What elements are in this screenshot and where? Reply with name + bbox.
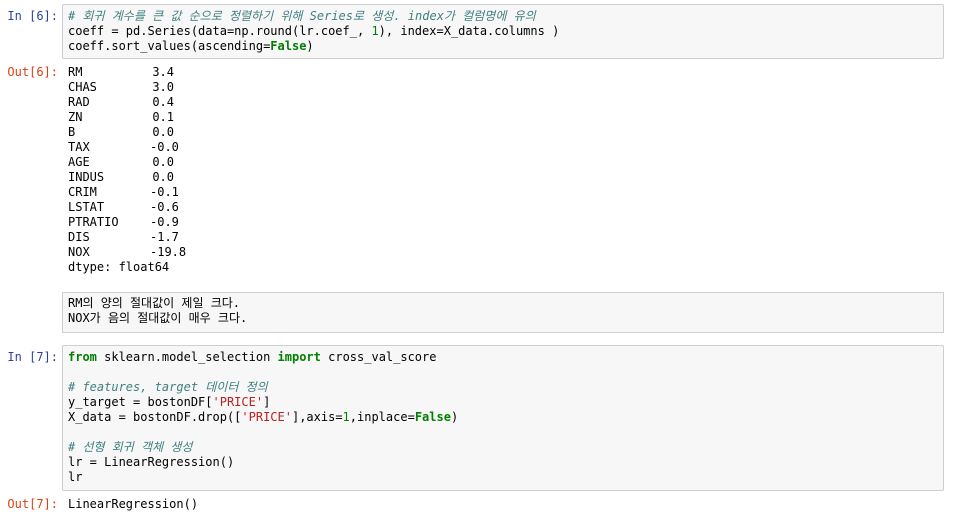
series-row: NOX -19.8 (68, 245, 187, 260)
series-row: RAD 0.4 (68, 95, 174, 110)
markdown-text: RM의 양의 절대값이 제일 크다. (68, 296, 241, 310)
code-line: coeff = pd.Series(data=np.round(lr.coef_… (68, 24, 560, 38)
series-row: CHAS 3.0 (68, 80, 174, 95)
series-index: RM (68, 65, 83, 79)
series-row: DIS -1.7 (68, 230, 179, 245)
series-index: CRIM (68, 185, 97, 199)
series-value: -19.8 (150, 245, 187, 259)
code-line: X_data = bostonDF.drop(['PRICE'],axis=1,… (68, 410, 459, 424)
code-cell-7[interactable]: from sklearn.model_selection import cros… (62, 345, 944, 491)
series-value: 0.4 (152, 95, 174, 109)
out-prompt-7: Out[7]: (7, 497, 58, 511)
series-value: -1.7 (150, 230, 179, 244)
in-prompt-6: In [6]: (7, 9, 58, 23)
series-index: LSTAT (68, 200, 105, 214)
series-value: 0.1 (152, 110, 174, 124)
code-line: lr = LinearRegression() (68, 455, 235, 469)
in-prompt-7: In [7]: (7, 350, 58, 364)
series-value: 3.0 (152, 80, 174, 94)
cell7-output: LinearRegression() (68, 497, 199, 511)
series-value: -0.1 (150, 185, 179, 199)
markdown-text: NOX가 음의 절대값이 매우 크다. (68, 311, 248, 325)
series-value: -0.6 (150, 200, 179, 214)
dtype-label: dtype: float64 (68, 260, 170, 274)
series-value: 0.0 (152, 170, 174, 184)
series-row: TAX -0.0 (68, 140, 179, 155)
code-line: y_target = bostonDF['PRICE'] (68, 395, 271, 409)
series-index: ZN (68, 110, 83, 124)
series-row: CRIM -0.1 (68, 185, 179, 200)
markdown-cell[interactable]: RM의 양의 절대값이 제일 크다. NOX가 음의 절대값이 매우 크다. (62, 292, 944, 333)
series-index: NOX (68, 245, 90, 259)
code-comment: # 선형 회귀 객체 생성 (68, 440, 193, 454)
series-row: PTRATIO -0.9 (68, 215, 179, 230)
series-row: ZN 0.1 (68, 110, 174, 125)
series-row: B 0.0 (68, 125, 174, 140)
series-index: TAX (68, 140, 90, 154)
series-value: 0.0 (152, 125, 174, 139)
out-prompt-6: Out[6]: (7, 65, 58, 79)
series-index: DIS (68, 230, 90, 244)
series-row: AGE 0.0 (68, 155, 174, 170)
code-line: from sklearn.model_selection import cros… (68, 350, 437, 364)
series-index: PTRATIO (68, 215, 119, 229)
series-value: -0.9 (150, 215, 179, 229)
series-row: LSTAT -0.6 (68, 200, 179, 215)
series-index: B (68, 125, 76, 139)
series-row: RM 3.4 (68, 65, 174, 80)
code-comment: # features, target 데이터 정의 (68, 380, 268, 394)
code-line: coeff.sort_values(ascending=False) (68, 39, 314, 53)
series-output: RM 3.4 CHAS 3.0 RAD 0.4 ZN 0.1 B 0.0 TAX -0.0 AGE 0.0… (68, 65, 187, 275)
series-index: CHAS (68, 80, 97, 94)
series-value: 0.0 (152, 155, 174, 169)
code-cell-6[interactable]: # 회귀 계수를 큰 값 순으로 정렬하기 위해 Series로 생성. ind… (62, 4, 944, 59)
series-value: -0.0 (150, 140, 179, 154)
series-index: AGE (68, 155, 90, 169)
code-comment: # 회귀 계수를 큰 값 순으로 정렬하기 위해 Series로 생성. ind… (68, 9, 536, 23)
series-index: INDUS (68, 170, 105, 184)
series-index: RAD (68, 95, 90, 109)
code-line: lr (68, 470, 83, 484)
series-value: 3.4 (152, 65, 174, 79)
series-row: INDUS 0.0 (68, 170, 174, 185)
